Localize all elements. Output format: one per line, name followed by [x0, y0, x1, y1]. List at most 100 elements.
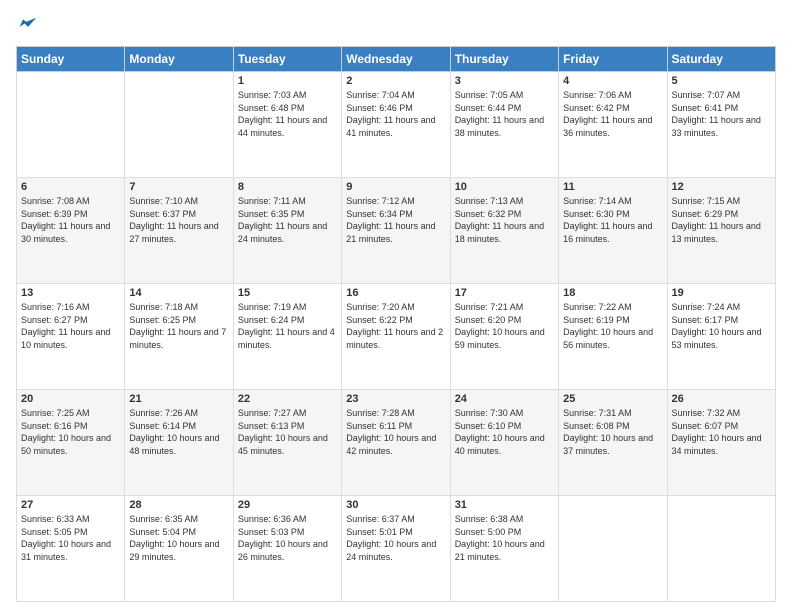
calendar-day-header: Monday [125, 47, 233, 72]
day-number: 8 [238, 181, 337, 193]
day-info: Sunrise: 7:10 AM Sunset: 6:37 PM Dayligh… [129, 195, 228, 245]
day-number: 17 [455, 287, 554, 299]
calendar-week-row: 27 Sunrise: 6:33 AM Sunset: 5:05 PM Dayli… [17, 496, 776, 602]
day-info: Sunrise: 7:15 AM Sunset: 6:29 PM Dayligh… [672, 195, 771, 245]
day-number: 1 [238, 75, 337, 87]
day-info: Sunrise: 7:30 AM Sunset: 6:10 PM Dayligh… [455, 407, 554, 457]
day-info: Sunrise: 7:21 AM Sunset: 6:20 PM Dayligh… [455, 301, 554, 351]
calendar-day-header: Saturday [667, 47, 775, 72]
calendar-cell: 11 Sunrise: 7:14 AM Sunset: 6:30 PM Dayli… [559, 178, 667, 284]
calendar-cell: 26 Sunrise: 7:32 AM Sunset: 6:07 PM Dayli… [667, 390, 775, 496]
calendar-cell: 14 Sunrise: 7:18 AM Sunset: 6:25 PM Dayli… [125, 284, 233, 390]
calendar-cell: 30 Sunrise: 6:37 AM Sunset: 5:01 PM Dayli… [342, 496, 450, 602]
calendar-cell: 8 Sunrise: 7:11 AM Sunset: 6:35 PM Daylig… [233, 178, 341, 284]
calendar-cell: 25 Sunrise: 7:31 AM Sunset: 6:08 PM Dayli… [559, 390, 667, 496]
day-info: Sunrise: 7:24 AM Sunset: 6:17 PM Dayligh… [672, 301, 771, 351]
day-number: 15 [238, 287, 337, 299]
calendar-cell: 17 Sunrise: 7:21 AM Sunset: 6:20 PM Dayli… [450, 284, 558, 390]
day-number: 16 [346, 287, 445, 299]
day-number: 9 [346, 181, 445, 193]
calendar-cell: 1 Sunrise: 7:03 AM Sunset: 6:48 PM Daylig… [233, 72, 341, 178]
calendar-week-row: 20 Sunrise: 7:25 AM Sunset: 6:16 PM Dayli… [17, 390, 776, 496]
day-info: Sunrise: 6:38 AM Sunset: 5:00 PM Dayligh… [455, 513, 554, 563]
calendar-cell: 16Sunrise: 7:20 AM Sunset: 6:22 PM Dayli… [342, 284, 450, 390]
calendar-cell [17, 72, 125, 178]
calendar-week-row: 13Sunrise: 7:16 AM Sunset: 6:27 PM Dayli… [17, 284, 776, 390]
calendar-header: SundayMondayTuesdayWednesdayThursdayFrid… [17, 47, 776, 72]
day-number: 12 [672, 181, 771, 193]
calendar-cell: 31 Sunrise: 6:38 AM Sunset: 5:00 PM Dayli… [450, 496, 558, 602]
day-info: Sunrise: 7:32 AM Sunset: 6:07 PM Dayligh… [672, 407, 771, 457]
day-number: 26 [672, 393, 771, 405]
calendar-day-header: Friday [559, 47, 667, 72]
day-number: 27 [21, 499, 120, 511]
day-info: Sunrise: 6:33 AM Sunset: 5:05 PM Dayligh… [21, 513, 120, 563]
day-info: Sunrise: 7:03 AM Sunset: 6:48 PM Dayligh… [238, 89, 337, 139]
day-number: 11 [563, 181, 662, 193]
calendar-week-row: 6 Sunrise: 7:08 AM Sunset: 6:39 PM Daylig… [17, 178, 776, 284]
day-number: 25 [563, 393, 662, 405]
day-info: Sunrise: 7:18 AM Sunset: 6:25 PM Dayligh… [129, 301, 228, 351]
calendar-cell: 23Sunrise: 7:28 AM Sunset: 6:11 PM Dayli… [342, 390, 450, 496]
day-info: Sunrise: 6:35 AM Sunset: 5:04 PM Dayligh… [129, 513, 228, 563]
day-info: Sunrise: 7:25 AM Sunset: 6:16 PM Dayligh… [21, 407, 120, 457]
day-info: Sunrise: 7:22 AM Sunset: 6:19 PM Dayligh… [563, 301, 662, 351]
day-info: Sunrise: 6:36 AM Sunset: 5:03 PM Dayligh… [238, 513, 337, 563]
calendar-cell: 4 Sunrise: 7:06 AM Sunset: 6:42 PM Daylig… [559, 72, 667, 178]
day-info: Sunrise: 7:16 AM Sunset: 6:27 PM Dayligh… [21, 301, 120, 351]
calendar-cell: 10Sunrise: 7:13 AM Sunset: 6:32 PM Dayli… [450, 178, 558, 284]
calendar-cell: 19 Sunrise: 7:24 AM Sunset: 6:17 PM Dayli… [667, 284, 775, 390]
calendar-day-header: Thursday [450, 47, 558, 72]
calendar-cell [125, 72, 233, 178]
calendar-table: SundayMondayTuesdayWednesdayThursdayFrid… [16, 46, 776, 602]
calendar-cell: 2 Sunrise: 7:04 AM Sunset: 6:46 PM Daylig… [342, 72, 450, 178]
calendar-cell: 29 Sunrise: 6:36 AM Sunset: 5:03 PM Dayli… [233, 496, 341, 602]
calendar-cell: 13Sunrise: 7:16 AM Sunset: 6:27 PM Dayli… [17, 284, 125, 390]
day-info: Sunrise: 7:08 AM Sunset: 6:39 PM Dayligh… [21, 195, 120, 245]
day-number: 6 [21, 181, 120, 193]
day-number: 7 [129, 181, 228, 193]
page-header [16, 16, 776, 36]
day-info: Sunrise: 7:19 AM Sunset: 6:24 PM Dayligh… [238, 301, 337, 351]
day-info: Sunrise: 7:26 AM Sunset: 6:14 PM Dayligh… [129, 407, 228, 457]
day-info: Sunrise: 7:27 AM Sunset: 6:13 PM Dayligh… [238, 407, 337, 457]
calendar-cell: 6 Sunrise: 7:08 AM Sunset: 6:39 PM Daylig… [17, 178, 125, 284]
day-number: 28 [129, 499, 228, 511]
calendar-cell: 22 Sunrise: 7:27 AM Sunset: 6:13 PM Dayli… [233, 390, 341, 496]
logo [16, 16, 38, 36]
calendar-cell: 12 Sunrise: 7:15 AM Sunset: 6:29 PM Dayli… [667, 178, 775, 284]
calendar-day-header: Sunday [17, 47, 125, 72]
day-number: 14 [129, 287, 228, 299]
day-info: Sunrise: 7:12 AM Sunset: 6:34 PM Dayligh… [346, 195, 445, 245]
day-number: 3 [455, 75, 554, 87]
day-info: Sunrise: 7:06 AM Sunset: 6:42 PM Dayligh… [563, 89, 662, 139]
day-info: Sunrise: 7:05 AM Sunset: 6:44 PM Dayligh… [455, 89, 554, 139]
day-number: 2 [346, 75, 445, 87]
day-number: 21 [129, 393, 228, 405]
day-number: 20 [21, 393, 120, 405]
day-number: 30 [346, 499, 445, 511]
day-number: 23 [346, 393, 445, 405]
calendar-cell: 28 Sunrise: 6:35 AM Sunset: 5:04 PM Dayli… [125, 496, 233, 602]
calendar-cell [667, 496, 775, 602]
calendar-day-header: Wednesday [342, 47, 450, 72]
day-number: 5 [672, 75, 771, 87]
calendar-cell: 3 Sunrise: 7:05 AM Sunset: 6:44 PM Daylig… [450, 72, 558, 178]
day-info: Sunrise: 7:14 AM Sunset: 6:30 PM Dayligh… [563, 195, 662, 245]
day-number: 18 [563, 287, 662, 299]
calendar-day-header: Tuesday [233, 47, 341, 72]
day-number: 22 [238, 393, 337, 405]
day-info: Sunrise: 6:37 AM Sunset: 5:01 PM Dayligh… [346, 513, 445, 563]
day-number: 19 [672, 287, 771, 299]
calendar-cell: 9 Sunrise: 7:12 AM Sunset: 6:34 PM Daylig… [342, 178, 450, 284]
calendar-cell: 21 Sunrise: 7:26 AM Sunset: 6:14 PM Dayli… [125, 390, 233, 496]
day-info: Sunrise: 7:04 AM Sunset: 6:46 PM Dayligh… [346, 89, 445, 139]
day-number: 29 [238, 499, 337, 511]
day-info: Sunrise: 7:11 AM Sunset: 6:35 PM Dayligh… [238, 195, 337, 245]
day-info: Sunrise: 7:31 AM Sunset: 6:08 PM Dayligh… [563, 407, 662, 457]
day-number: 4 [563, 75, 662, 87]
day-number: 24 [455, 393, 554, 405]
calendar-cell: 7 Sunrise: 7:10 AM Sunset: 6:37 PM Daylig… [125, 178, 233, 284]
day-number: 31 [455, 499, 554, 511]
calendar-cell: 27 Sunrise: 6:33 AM Sunset: 5:05 PM Dayli… [17, 496, 125, 602]
